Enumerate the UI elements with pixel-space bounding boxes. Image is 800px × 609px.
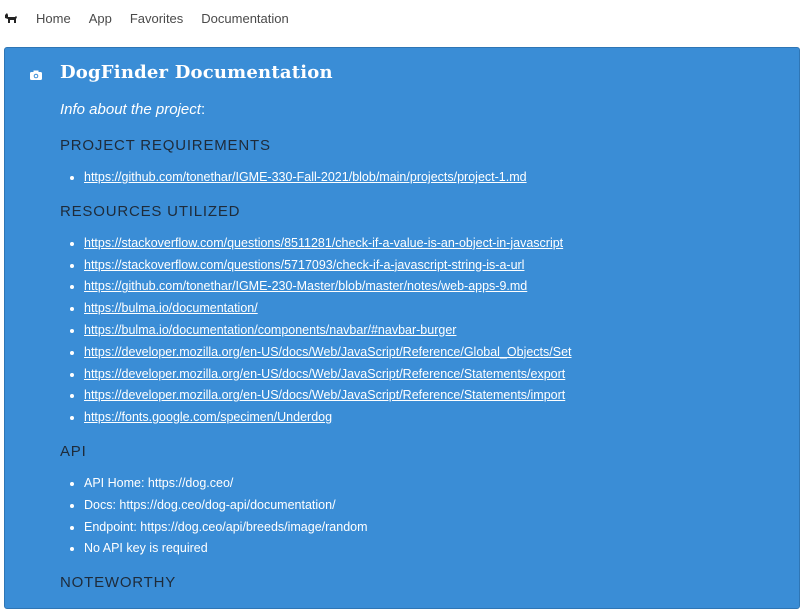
list-item: https://developer.mozilla.org/en-US/docs…: [84, 342, 779, 364]
requirements-heading: PROJECT REQUIREMENTS: [60, 137, 271, 154]
nav-favorites[interactable]: Favorites: [130, 11, 183, 26]
list-item: https://github.com/tonethar/IGME-330-Fal…: [84, 167, 779, 189]
resource-link[interactable]: https://developer.mozilla.org/en-US/docs…: [84, 345, 572, 359]
nav-app[interactable]: App: [89, 11, 112, 26]
resource-link[interactable]: https://stackoverflow.com/questions/5717…: [84, 258, 524, 272]
documentation-panel: DogFinder Documentation Info about the p…: [4, 47, 800, 609]
api-heading: API: [60, 442, 87, 460]
top-navbar: Home App Favorites Documentation: [0, 0, 800, 36]
list-item: No API key is required: [84, 538, 779, 560]
resource-link[interactable]: https://bulma.io/documentation/component…: [84, 323, 456, 337]
panel-content: DogFinder Documentation Info about the p…: [60, 62, 779, 604]
resource-link[interactable]: https://developer.mozilla.org/en-US/docs…: [84, 388, 565, 402]
page-subtitle: Info about the project:: [60, 101, 779, 118]
camera-icon: [29, 68, 43, 82]
requirements-link[interactable]: https://github.com/tonethar/IGME-330-Fal…: [84, 170, 527, 184]
nav-documentation[interactable]: Documentation: [201, 11, 288, 26]
resource-link[interactable]: https://bulma.io/documentation/: [84, 301, 258, 315]
list-item: https://fonts.google.com/specimen/Underd…: [84, 407, 779, 429]
list-item: https://developer.mozilla.org/en-US/docs…: [84, 385, 779, 407]
dog-icon[interactable]: [4, 10, 20, 26]
resource-link[interactable]: https://developer.mozilla.org/en-US/docs…: [84, 367, 565, 381]
list-item: https://bulma.io/documentation/: [84, 298, 779, 320]
list-item: https://bulma.io/documentation/component…: [84, 320, 779, 342]
list-item: https://stackoverflow.com/questions/5717…: [84, 255, 779, 277]
list-item: Endpoint: https://dog.ceo/api/breeds/ima…: [84, 517, 779, 539]
noteworthy-heading: NOTEWORTHY: [60, 574, 177, 592]
list-item: https://github.com/tonethar/IGME-230-Mas…: [84, 276, 779, 298]
list-item: https://stackoverflow.com/questions/8511…: [84, 233, 779, 255]
list-item: Docs: https://dog.ceo/dog-api/documentat…: [84, 495, 779, 517]
list-item: https://developer.mozilla.org/en-US/docs…: [84, 364, 779, 386]
resources-heading: RESOURCES UTILIZED: [60, 202, 241, 220]
page-title: DogFinder Documentation: [60, 62, 333, 83]
subtitle-text: Info about the project: [60, 101, 201, 118]
resource-link[interactable]: https://github.com/tonethar/IGME-230-Mas…: [84, 279, 527, 293]
resource-link[interactable]: https://stackoverflow.com/questions/8511…: [84, 236, 563, 250]
subtitle-colon: :: [200, 101, 206, 118]
api-list: API Home: https://dog.ceo/ Docs: https:/…: [60, 473, 779, 560]
list-item: API Home: https://dog.ceo/: [84, 473, 779, 495]
resources-list: https://stackoverflow.com/questions/8511…: [60, 233, 779, 429]
nav-home[interactable]: Home: [36, 11, 71, 26]
requirements-list: https://github.com/tonethar/IGME-330-Fal…: [60, 167, 779, 189]
resource-link[interactable]: https://fonts.google.com/specimen/Underd…: [84, 410, 332, 424]
